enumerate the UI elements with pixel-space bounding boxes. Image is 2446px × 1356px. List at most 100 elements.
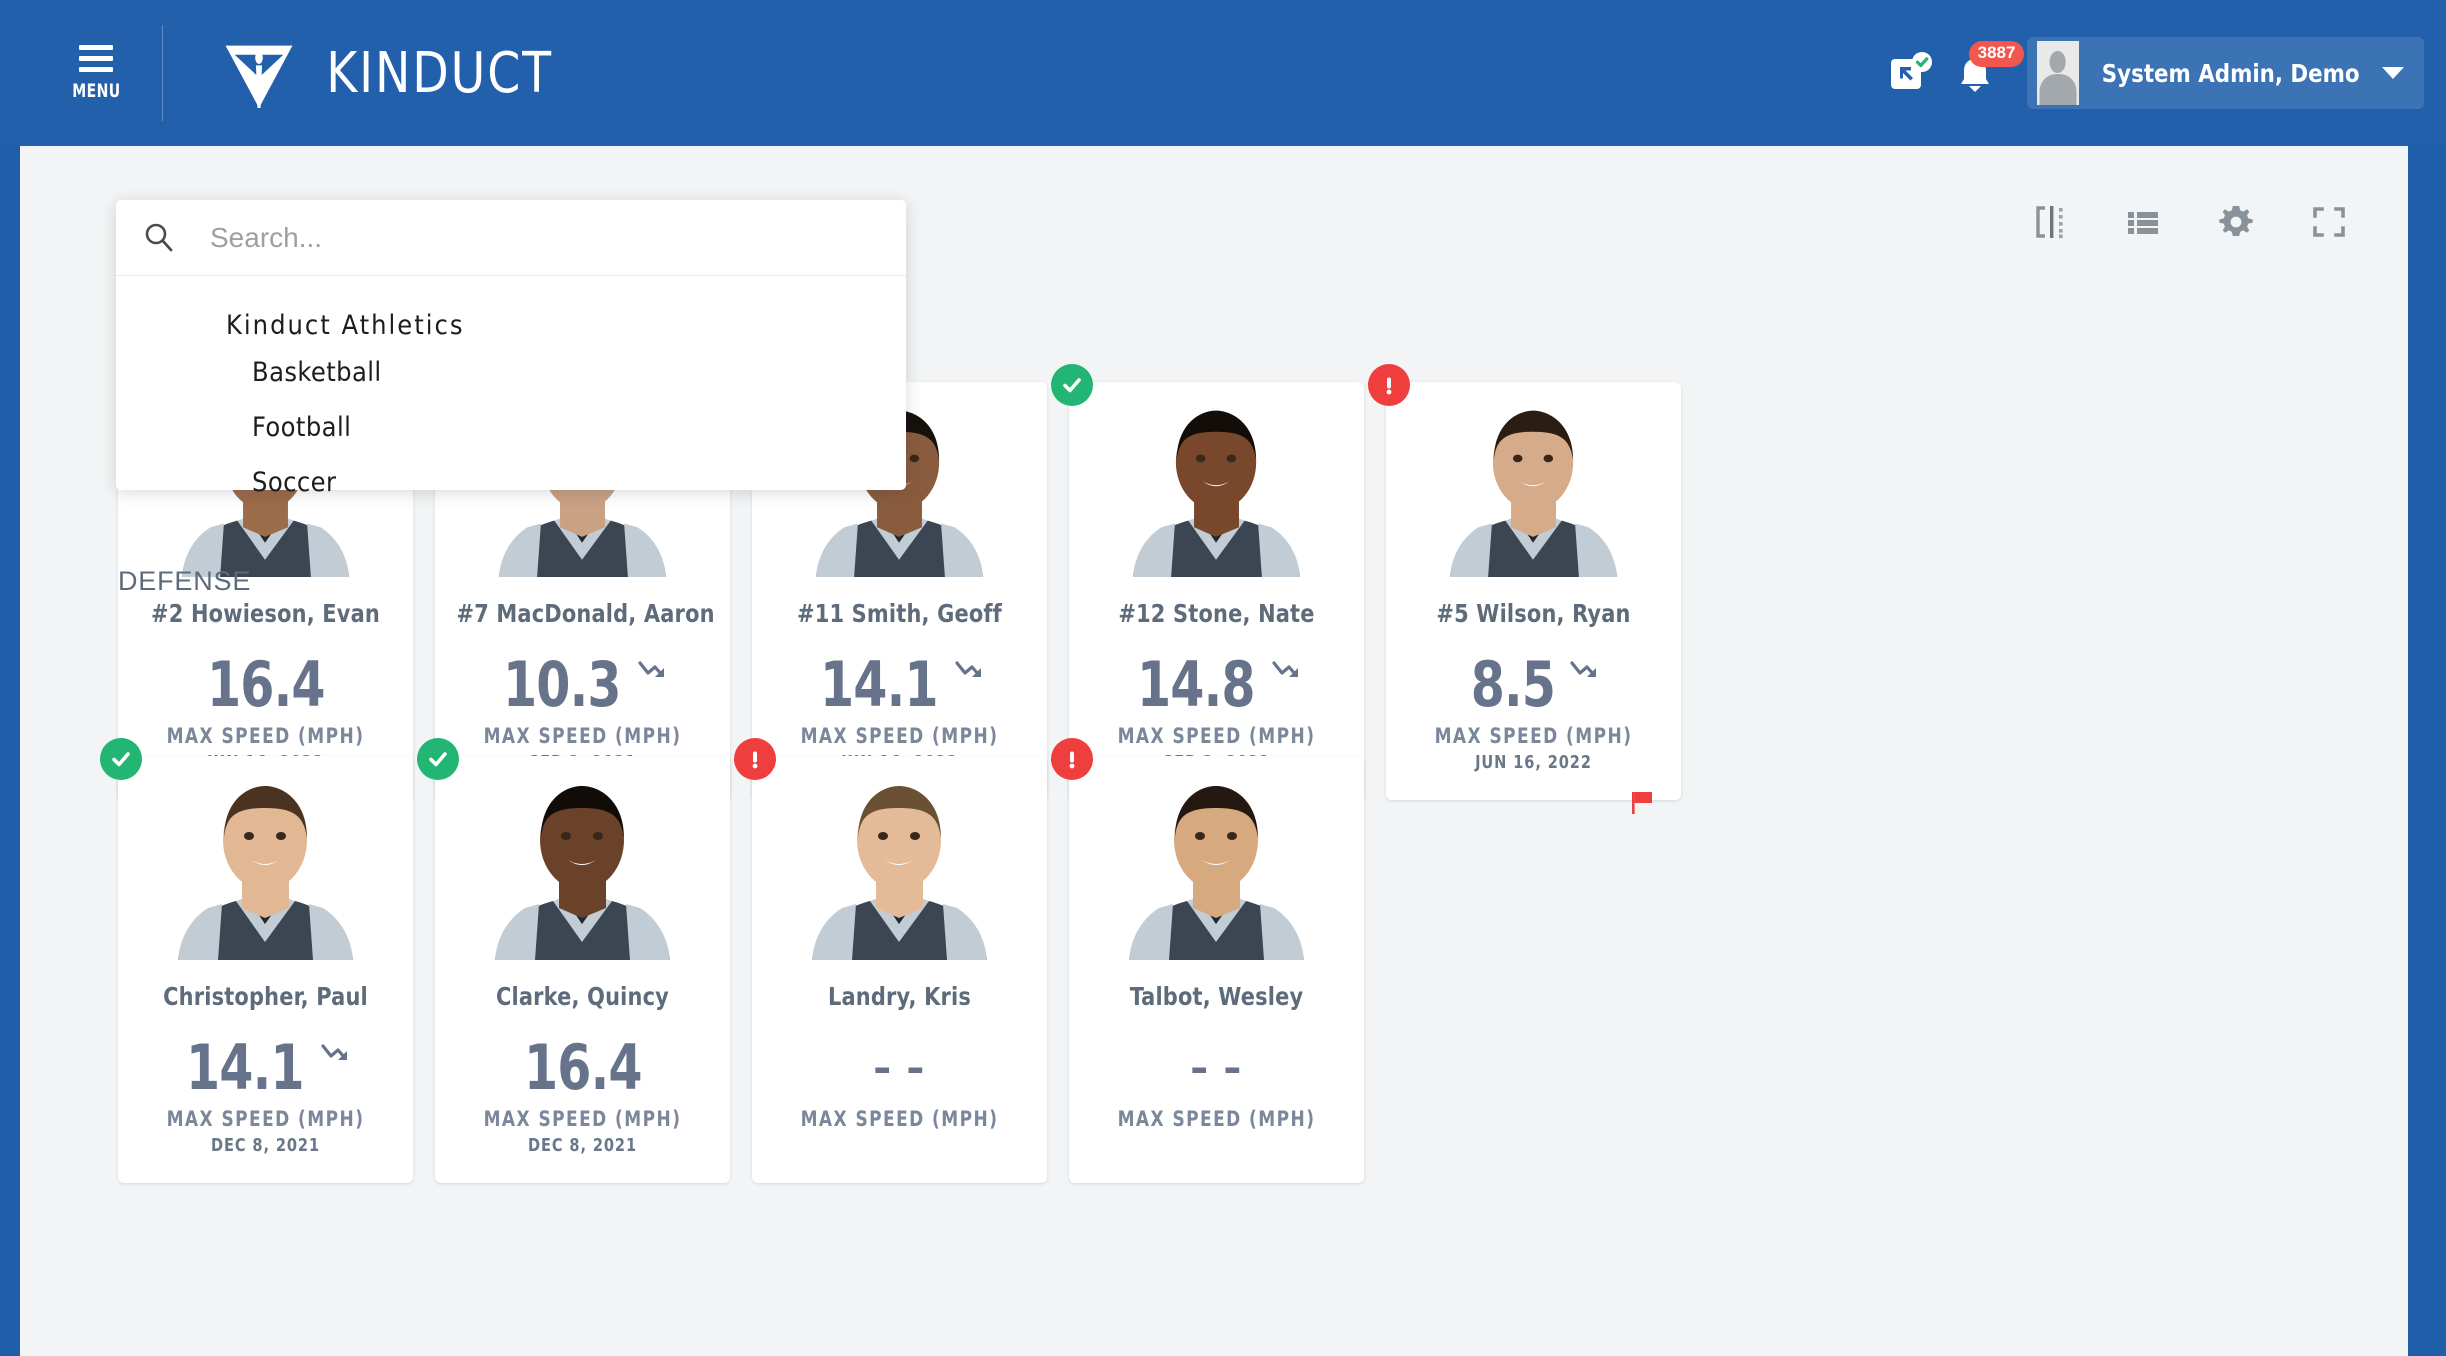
trend-down-icon (1272, 661, 1299, 677)
metric-value-row: 10.3 (447, 650, 718, 720)
compare-panels-icon[interactable] (2032, 203, 2070, 241)
metric-value: 16.4 (523, 1031, 642, 1105)
player-name: #11 Smith, Geoff (797, 599, 1002, 628)
menu-button-label: MENU (71, 79, 121, 102)
metric-value-row: – – (1081, 1033, 1352, 1103)
player-card-body: Christopher, Paul 14.1 MAX SPEED (MPH) DEC … (118, 960, 413, 1183)
player-name: Clarke, Quincy (495, 982, 670, 1011)
metric-value-row: – – (764, 1033, 1035, 1103)
player-name: Christopher, Paul (163, 982, 368, 1011)
metric-value: 10.3 (502, 648, 621, 722)
metric-label: MAX SPEED (MPH) (800, 724, 999, 748)
player-photo (435, 756, 730, 960)
player-card-row: Christopher, Paul 14.1 MAX SPEED (MPH) DEC … (100, 738, 1364, 1183)
player-name: #5 Wilson, Ryan (1436, 599, 1631, 628)
metric-value: 14.8 (1136, 648, 1255, 722)
chevron-down-icon (2382, 67, 2404, 79)
metric-value-row: 14.1 (130, 1033, 401, 1103)
metric-date: JUN 16, 2022 (1475, 752, 1592, 773)
status-badge-ok (1051, 364, 1093, 406)
player-card[interactable]: #12 Stone, Nate14.8MAX SPEED (MPH)SEP 2,… (1051, 364, 1364, 814)
search-tree-item[interactable]: Football (116, 400, 906, 455)
player-card-body: Landry, Kris – – MAX SPEED (MPH) (752, 960, 1047, 1183)
search-tree-item[interactable]: Soccer (116, 455, 906, 510)
search-bar (116, 200, 906, 276)
status-badge-alert (734, 738, 776, 780)
player-card[interactable]: #5 Wilson, Ryan 8.5 MAX SPEED (MPH) JUN 16,… (1368, 364, 1681, 814)
metric-value-row: 16.4 (130, 650, 401, 720)
player-name: Talbot, Wesley (1129, 982, 1304, 1011)
metric-label: MAX SPEED (MPH) (483, 1107, 682, 1131)
player-photo (1386, 382, 1681, 577)
gear-icon[interactable] (2216, 202, 2256, 242)
metric-label: MAX SPEED (MPH) (166, 724, 365, 748)
status-badge-ok (100, 738, 142, 780)
section-heading-defense: DEFENSE (118, 566, 252, 596)
menu-button[interactable]: MENU (48, 44, 144, 102)
metric-value: 8.5 (1470, 648, 1555, 722)
metric-value: – – (873, 1042, 926, 1094)
header-divider (162, 25, 163, 121)
player-name: #7 MacDonald, Aaron (456, 599, 715, 628)
player-card[interactable]: Clarke, Quincy 16.4 MAX SPEED (MPH) DEC 8, … (417, 738, 730, 1183)
user-name-label: System Admin, Demo (2101, 58, 2360, 88)
player-card[interactable]: Christopher, Paul 14.1 MAX SPEED (MPH) DEC … (100, 738, 413, 1183)
notifications-bell-icon[interactable]: 3887 (1955, 41, 2025, 99)
metric-value-row: 14.1 (764, 650, 1035, 720)
search-group-label: Kinduct Athletics (226, 310, 465, 341)
metric-date: DEC 8, 2021 (527, 1135, 638, 1156)
scroll-fade (20, 1300, 2408, 1356)
trend-down-icon (955, 661, 982, 677)
player-name: #12 Stone, Nate (1118, 599, 1315, 628)
hamburger-icon (79, 44, 113, 72)
status-badge-alert (1368, 364, 1410, 406)
flag-icon-red (1629, 790, 1655, 816)
player-photo (118, 756, 413, 960)
search-icon (145, 223, 173, 251)
sync-status-icon[interactable] (1889, 51, 1933, 95)
player-photo (752, 756, 1047, 960)
metric-label: MAX SPEED (MPH) (1117, 1107, 1316, 1131)
trend-down-icon (1570, 661, 1597, 677)
search-tree-item[interactable]: Basketball (116, 345, 906, 400)
search-results-tree: Kinduct Athletics Basketball Football Socc… (116, 276, 906, 510)
expand-fullscreen-icon[interactable] (2310, 203, 2348, 241)
search-dropdown-panel: Kinduct Athletics BasketballFootballSocc… (116, 200, 906, 498)
metric-label: MAX SPEED (MPH) (800, 1107, 999, 1131)
app-header: MENU KINDUCT 3887 System Admin, Demo (0, 0, 2446, 146)
metric-value: – – (1190, 1042, 1243, 1094)
metric-value-row: 16.4 (447, 1033, 718, 1103)
kinduct-logo-icon (225, 45, 293, 108)
metric-label: MAX SPEED (MPH) (1434, 724, 1633, 748)
view-toolbar (2032, 202, 2348, 242)
list-view-icon[interactable] (2124, 203, 2162, 241)
trend-down-icon (638, 661, 665, 677)
metric-date: DEC 8, 2021 (210, 1135, 321, 1156)
metric-value: 16.4 (206, 648, 325, 722)
search-input[interactable] (210, 221, 880, 254)
brand-name: KINDUCT (326, 40, 553, 106)
header-actions: 3887 System Admin, Demo (1889, 37, 2424, 109)
metric-label: MAX SPEED (MPH) (166, 1107, 365, 1131)
metric-date (1095, 1135, 1339, 1157)
status-badge-ok (417, 738, 459, 780)
player-name: #2 Howieson, Evan (151, 599, 380, 628)
metric-label: MAX SPEED (MPH) (483, 724, 682, 748)
player-name: Landry, Kris (827, 982, 972, 1011)
player-card[interactable]: Landry, Kris – – MAX SPEED (MPH) (734, 738, 1047, 1183)
trend-down-icon (321, 1044, 348, 1060)
user-menu[interactable]: System Admin, Demo (2026, 37, 2424, 109)
player-card-body: Talbot, Wesley – – MAX SPEED (MPH) (1069, 960, 1364, 1183)
metric-value-row: 14.8 (1081, 650, 1352, 720)
notification-count-badge: 3887 (1968, 41, 2025, 67)
metric-value-row: 8.5 (1398, 650, 1669, 720)
metric-value: 14.1 (819, 648, 938, 722)
player-photo (1069, 756, 1364, 960)
metric-value: 14.1 (185, 1031, 304, 1105)
metric-date (778, 1135, 1022, 1157)
player-card-body: Clarke, Quincy 16.4 MAX SPEED (MPH) DEC 8, … (435, 960, 730, 1183)
brand-logo[interactable]: KINDUCT (221, 35, 560, 111)
player-card-body: #5 Wilson, Ryan 8.5 MAX SPEED (MPH) JUN 16,… (1386, 577, 1681, 814)
status-badge-alert (1051, 738, 1093, 780)
player-card[interactable]: Talbot, Wesley – – MAX SPEED (MPH) (1051, 738, 1364, 1183)
